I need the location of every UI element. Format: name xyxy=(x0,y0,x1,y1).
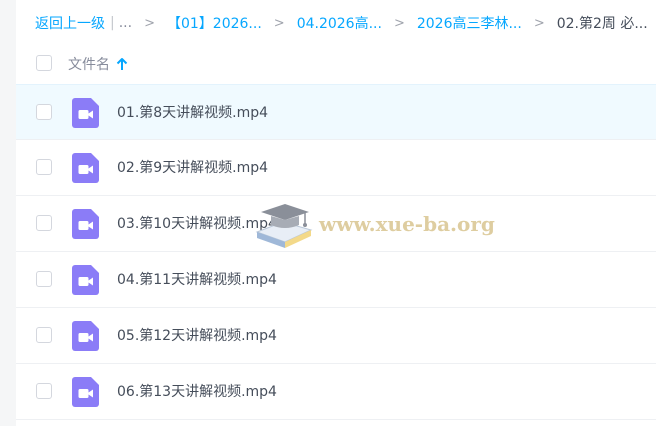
watermark-text: www.xue-ba.org xyxy=(319,212,495,236)
video-file-icon xyxy=(72,209,99,239)
watermark: www.xue-ba.org xyxy=(253,198,495,253)
video-file-icon xyxy=(72,377,99,407)
file-name[interactable]: 01.第8天讲解视频.mp4 xyxy=(117,102,268,122)
graduation-cap-book-icon xyxy=(255,204,313,248)
video-file-icon xyxy=(72,98,99,128)
breadcrumb-item-3[interactable]: 2026高三李林... xyxy=(417,13,522,33)
breadcrumb-separator: > xyxy=(273,15,285,31)
file-name[interactable]: 04.第11天讲解视频.mp4 xyxy=(117,269,277,289)
breadcrumb-divider: | xyxy=(110,15,115,31)
select-all-checkbox[interactable] xyxy=(36,55,52,71)
file-row[interactable]: 01.第8天讲解视频.mp4 xyxy=(16,84,656,140)
row-checkbox[interactable] xyxy=(36,159,52,175)
breadcrumb-ellipsis[interactable]: ... xyxy=(119,15,132,31)
breadcrumb-current: 02.第2周 必... xyxy=(556,16,648,32)
file-name[interactable]: 02.第9天讲解视频.mp4 xyxy=(117,157,268,177)
row-checkbox[interactable] xyxy=(36,104,52,120)
breadcrumb-item-1[interactable]: 【01】2026... xyxy=(167,13,262,33)
back-link[interactable]: 返回上一级 xyxy=(35,13,105,33)
row-checkbox[interactable] xyxy=(36,215,52,231)
file-row[interactable]: 04.第11天讲解视频.mp4 xyxy=(16,252,656,308)
file-row[interactable]: 02.第9天讲解视频.mp4 xyxy=(16,140,656,196)
file-name[interactable]: 06.第13天讲解视频.mp4 xyxy=(117,381,277,401)
filename-column-header[interactable]: 文件名 xyxy=(68,54,128,74)
video-file-icon xyxy=(72,321,99,351)
row-checkbox[interactable] xyxy=(36,383,52,399)
filename-column-label: 文件名 xyxy=(68,57,110,73)
file-name[interactable]: 05.第12天讲解视频.mp4 xyxy=(117,325,277,345)
breadcrumb-separator: > xyxy=(144,15,155,31)
breadcrumb-item-2[interactable]: 04.2026高... xyxy=(297,13,382,33)
row-checkbox[interactable] xyxy=(36,271,52,287)
file-row[interactable]: 05.第12天讲解视频.mp4 xyxy=(16,308,656,364)
row-checkbox[interactable] xyxy=(36,327,52,343)
video-file-icon xyxy=(72,265,99,295)
breadcrumb: 返回上一级 | ... > 【01】2026... > 04.2026高... … xyxy=(35,13,648,33)
video-file-icon xyxy=(72,153,99,183)
breadcrumb-separator: > xyxy=(533,15,545,31)
breadcrumb-separator: > xyxy=(393,15,405,31)
sort-ascending-icon[interactable] xyxy=(116,57,128,71)
file-row[interactable]: 06.第13天讲解视频.mp4 xyxy=(16,364,656,420)
